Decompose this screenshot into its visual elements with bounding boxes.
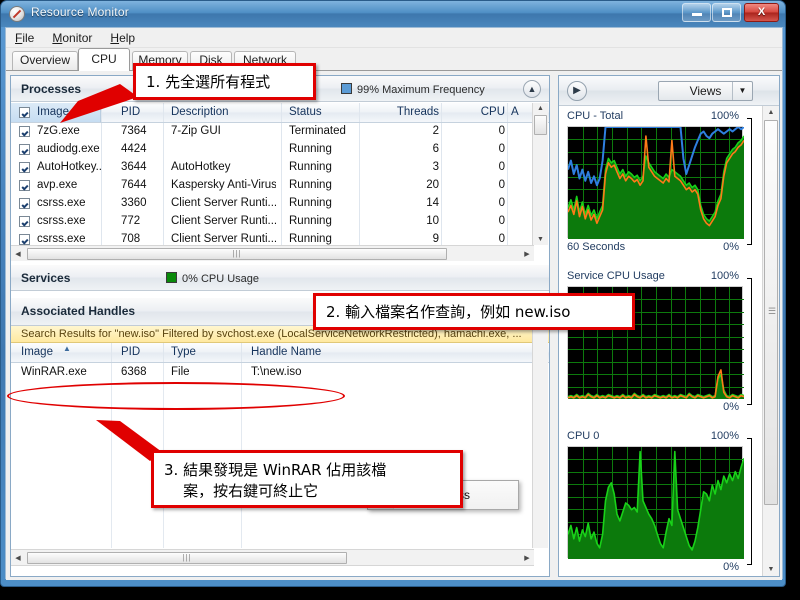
annotation-step-2-text: 2. 輸入檔案名作查詢，例如 new.iso — [326, 303, 571, 321]
annotation-step-2: 2. 輸入檔案名作查詢，例如 new.iso — [313, 293, 635, 330]
annotation-step-1-text: 1. 先全選所有程式 — [146, 73, 271, 91]
annotation-step-3-text: 3. 結果發現是 WinRAR 佔用該檔 案，按右鍵可終止它 — [164, 461, 387, 500]
annotation-step-3: 3. 結果發現是 WinRAR 佔用該檔 案，按右鍵可終止它 — [151, 450, 463, 508]
annotation-step-1: 1. 先全選所有程式 — [133, 63, 316, 100]
